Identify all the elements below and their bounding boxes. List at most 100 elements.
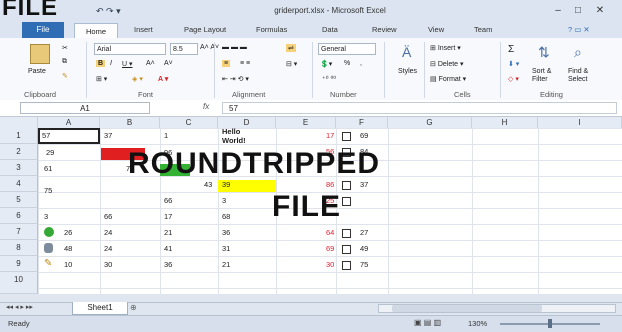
column-header[interactable]: I	[538, 117, 622, 128]
row-header[interactable]: 5	[0, 192, 38, 208]
row-header[interactable]: 8	[0, 240, 38, 256]
tab-team[interactable]: Team	[474, 25, 492, 34]
format-cells-button[interactable]: ▤ Format ▾	[430, 75, 466, 83]
cell-e1: 17	[326, 131, 335, 140]
format-painter-icon[interactable]: ✎	[62, 72, 68, 80]
bold-button[interactable]: B	[96, 60, 106, 67]
styles-icon[interactable]: Ä	[402, 44, 411, 60]
copy-icon[interactable]: ⧉	[62, 58, 67, 66]
zoom-slider-knob[interactable]	[548, 319, 552, 328]
italic-button[interactable]: I	[110, 60, 112, 67]
fill-icon[interactable]: ⬇ ▾	[508, 60, 519, 68]
grow-font-icon[interactable]: A˄ A˅	[200, 44, 219, 51]
comma-button[interactable]: ,	[360, 60, 362, 67]
percent-button[interactable]: %	[344, 60, 350, 67]
column-header[interactable]: C	[160, 117, 218, 128]
column-header[interactable]: H	[472, 117, 538, 128]
sort-filter-button[interactable]: Sort & Filter	[532, 68, 566, 84]
underline-button[interactable]: U ▾	[122, 60, 133, 68]
cell-d1: Hello World!	[222, 127, 246, 145]
decimal-icon[interactable]: ⁺⁰ ⁰⁰	[322, 75, 336, 83]
align-top-icon[interactable]: ▬ ▬ ▬	[222, 44, 247, 51]
cell-e9: 30	[326, 260, 335, 269]
autosum-button[interactable]: Σ	[508, 44, 514, 55]
insert-cells-button[interactable]: ⊞ Insert ▾	[430, 44, 461, 52]
tab-home[interactable]: Home	[74, 23, 118, 39]
tab-insert[interactable]: Insert	[134, 25, 153, 34]
column-header[interactable]: A	[38, 117, 100, 128]
new-sheet-icon[interactable]: ⊕	[130, 303, 137, 312]
font-size-select[interactable]: 8.5	[170, 43, 198, 55]
font-color-icon[interactable]: A ▾	[158, 75, 168, 83]
sort-filter-icon[interactable]: ⇅	[538, 44, 550, 61]
minimize-button[interactable]: –	[550, 4, 566, 17]
lock-icon	[44, 243, 53, 253]
sheet-tab[interactable]: Sheet1	[72, 302, 128, 315]
cell-d1-line2: World!	[222, 136, 246, 145]
shrink-font-button[interactable]: A˅	[164, 60, 173, 67]
view-mode-icon[interactable]: ▣ ▤ ▥	[414, 318, 441, 327]
fill-color-icon[interactable]: ◈ ▾	[132, 75, 143, 83]
quick-access-toolbar[interactable]: ↶ ↷ ▾	[96, 6, 121, 17]
row-header[interactable]: 4	[0, 176, 38, 192]
checkbox[interactable]	[342, 229, 351, 238]
checkbox[interactable]	[342, 245, 351, 254]
row-header[interactable]: 9	[0, 256, 38, 272]
status-ready: Ready	[8, 319, 30, 328]
name-box[interactable]: A1	[20, 102, 150, 114]
delete-cells-button[interactable]: ⊟ Delete ▾	[430, 60, 464, 68]
clear-icon[interactable]: ◇ ▾	[508, 75, 519, 83]
row-header[interactable]: 2	[0, 144, 38, 160]
pencil-icon: ✎	[44, 258, 53, 269]
cell-c6: 17	[164, 212, 173, 221]
row-header[interactable]: 10	[0, 272, 38, 294]
close-button[interactable]: ✕	[592, 4, 608, 17]
find-select-icon[interactable]: ⌕	[574, 44, 582, 61]
grow-font-button[interactable]: A˄	[146, 60, 155, 67]
select-all-corner[interactable]	[0, 117, 38, 128]
checkbox[interactable]	[342, 181, 351, 190]
find-select-button[interactable]: Find & Select	[568, 68, 602, 84]
divider	[500, 42, 501, 98]
merge-cells-icon[interactable]: ⊟ ▾	[286, 60, 297, 68]
font-name-select[interactable]: Arial	[94, 43, 166, 55]
paste-button[interactable]: Paste	[28, 68, 46, 75]
row-header[interactable]: 6	[0, 208, 38, 224]
tab-file[interactable]: File	[22, 22, 64, 38]
column-header[interactable]: B	[100, 117, 160, 128]
borders-icon[interactable]: ⊞ ▾	[96, 75, 107, 83]
wrap-text-icon[interactable]: ⇌	[286, 44, 296, 52]
tab-data[interactable]: Data	[322, 25, 338, 34]
indent-icon[interactable]: ⇤ ⇥ ⟲ ▾	[222, 75, 249, 83]
tab-view[interactable]: View	[428, 25, 444, 34]
align-center-icon[interactable]: ≡ ≡	[240, 60, 250, 67]
paste-icon[interactable]	[30, 44, 50, 64]
checkbox[interactable]	[342, 261, 351, 270]
tab-formulas[interactable]: Formulas	[256, 25, 287, 34]
cell-f8: 49	[360, 244, 369, 253]
tab-page-layout[interactable]: Page Layout	[184, 25, 226, 34]
column-header[interactable]: E	[276, 117, 336, 128]
checkbox[interactable]	[342, 197, 351, 206]
row-header[interactable]: 1	[0, 128, 38, 144]
insert-function-button[interactable]: fx	[203, 102, 209, 111]
sheet-nav-icon[interactable]: ◂◂ ◂ ▸ ▸▸	[6, 303, 33, 311]
window-title: griderport.xlsx - Microsoft Excel	[274, 6, 386, 15]
currency-icon[interactable]: 💲▾	[320, 60, 332, 68]
scrollbar-thumb[interactable]	[392, 305, 542, 312]
column-header[interactable]: G	[388, 117, 472, 128]
tab-review[interactable]: Review	[372, 25, 397, 34]
column-header[interactable]: F	[336, 117, 388, 128]
cut-icon[interactable]: ✂	[62, 44, 68, 52]
maximize-button[interactable]: □	[570, 4, 586, 17]
row-header[interactable]: 3	[0, 160, 38, 176]
checkbox[interactable]	[342, 132, 351, 141]
row-header[interactable]: 7	[0, 224, 38, 240]
number-format-select[interactable]: General	[318, 43, 376, 55]
formula-input[interactable]: 57	[222, 102, 617, 114]
align-left-icon[interactable]: ≡	[222, 60, 231, 67]
cell-e4: 86	[326, 180, 335, 189]
styles-button[interactable]: Styles	[398, 68, 417, 75]
zoom-level[interactable]: 130%	[468, 319, 487, 328]
help-icon[interactable]: ? ▭ ✕	[568, 25, 590, 34]
